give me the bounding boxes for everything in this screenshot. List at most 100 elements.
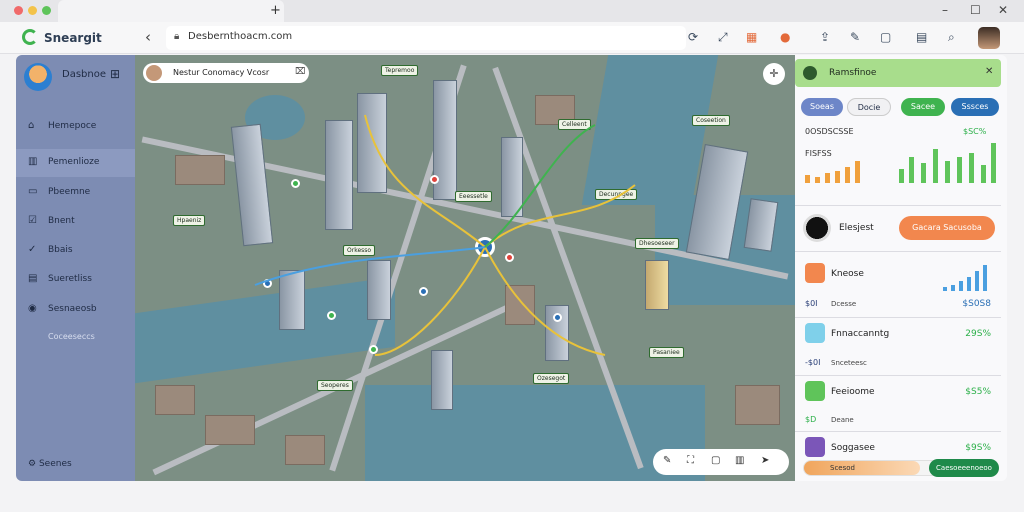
- print-icon[interactable]: ▤: [916, 30, 927, 44]
- search-icon[interactable]: ⌕: [948, 30, 955, 45]
- calendar-icon[interactable]: ▦: [746, 30, 757, 44]
- row-title: Fnnaccanntg: [831, 329, 890, 339]
- chart-bar: [805, 175, 810, 183]
- chart-bar: [969, 153, 974, 183]
- back-arrow-icon[interactable]: ‹: [145, 28, 151, 46]
- brand-name: Sneargit: [44, 31, 102, 45]
- sidebar-item-reports[interactable]: ☑ Bnent: [16, 208, 135, 236]
- expand-icon[interactable]: ⤢: [718, 30, 728, 45]
- mini-bar-chart: [943, 261, 993, 291]
- chart-bar: [845, 167, 850, 183]
- panel-header: Ramsfinoe ✕: [795, 59, 1001, 87]
- row-value: $9S%: [965, 443, 991, 453]
- new-tab-button[interactable]: +: [270, 3, 281, 18]
- share-icon[interactable]: ⇪: [820, 30, 830, 44]
- close-panel-icon[interactable]: ✕: [985, 66, 993, 77]
- notification-icon[interactable]: ●: [780, 30, 790, 44]
- sidebar-item-overview[interactable]: ▥ Pemenlioze: [16, 149, 135, 177]
- filter-chip[interactable]: Docie: [847, 98, 891, 116]
- location-icon: ◉: [28, 303, 37, 314]
- layers-icon[interactable]: ⛶: [687, 455, 694, 466]
- row-sub: $D: [805, 415, 817, 424]
- statistics-icon: ▤: [28, 273, 38, 284]
- city-map[interactable]: Tepremoo Celleent Coseetion Eeessetle De…: [135, 55, 795, 481]
- edit-icon[interactable]: ✎: [850, 30, 860, 44]
- chart-bar: [981, 165, 986, 183]
- chart-icon: ▥: [28, 156, 38, 167]
- route-line: [484, 246, 606, 356]
- browser-tab[interactable]: [58, 0, 284, 22]
- panel-title: Ramsfinoe: [829, 68, 877, 78]
- maximize-window-button[interactable]: [42, 6, 51, 15]
- map-search-text: Nestur Conomacy Vcosr: [173, 68, 270, 77]
- sidebar-item-label: Hemepoce: [48, 121, 97, 131]
- route-overlay: [254, 114, 636, 356]
- minimize-icon[interactable]: –: [942, 3, 948, 17]
- chart-bar: [983, 265, 987, 291]
- sidebar-item-label: Bnent: [48, 216, 75, 226]
- row-title: Kneose: [831, 269, 864, 279]
- user-action-button[interactable]: Gacara Sacusoba: [899, 216, 995, 240]
- sidebar-item-tasks[interactable]: ✓ Bbais: [16, 237, 135, 265]
- route-line: [364, 114, 486, 248]
- sidebar-item-projects[interactable]: ▭ Pbeemne: [16, 179, 135, 207]
- title-bar: + – ☐ ✕: [0, 0, 1024, 22]
- chart-bar: [957, 157, 962, 183]
- compass-icon[interactable]: ✛: [763, 63, 785, 85]
- user-avatar[interactable]: [978, 27, 1000, 49]
- panel-logo-icon: [803, 66, 817, 80]
- folder-icon: ▭: [28, 186, 38, 197]
- map-search-bar[interactable]: Nestur Conomacy Vcosr ⌧: [143, 63, 309, 83]
- row-sub-label: Snceteesc: [831, 359, 867, 367]
- browser-window: + – ☐ ✕ Sneargit ‹ 🔒︎ Desbernthoacm.com …: [0, 0, 1024, 512]
- restore-icon[interactable]: ☐: [970, 3, 981, 17]
- green-bar-chart: [899, 139, 997, 183]
- search-avatar: [146, 65, 162, 81]
- address-bar[interactable]: 🔒︎ Desbernthoacm.com: [166, 26, 686, 50]
- sidebar-sub-label: Coceeseccs: [48, 332, 95, 341]
- filter-chip[interactable]: Sacee: [901, 98, 945, 116]
- row-title: Feeioome: [831, 387, 875, 397]
- draw-icon[interactable]: ✎: [663, 455, 671, 466]
- chart-label: 0OSDSCSSE: [805, 127, 854, 136]
- chart-bar: [899, 169, 904, 183]
- sidebar-item-home[interactable]: ⌂ Hemepoce: [16, 113, 135, 141]
- settings-link[interactable]: ⚙ Seenes: [28, 459, 72, 469]
- user-avatar[interactable]: [803, 214, 831, 242]
- minimize-window-button[interactable]: [28, 6, 37, 15]
- chart-icon[interactable]: ▥: [735, 455, 744, 466]
- chart-bar: [943, 287, 947, 291]
- details-panel: Ramsfinoe ✕ Soeas Docie Sacee Sssces 0OS…: [795, 55, 1007, 481]
- sidebar-avatar[interactable]: [24, 63, 52, 91]
- sidebar-item-label: Sesnaeosb: [48, 304, 97, 314]
- clipboard-icon[interactable]: ▢: [711, 455, 720, 466]
- chart-bar: [945, 161, 950, 183]
- sidebar-item-locations[interactable]: ◉ Sesnaeosb: [16, 296, 135, 324]
- report-icon: ☑: [28, 215, 37, 226]
- sidebar-item-label: Pemenlioze: [48, 157, 100, 167]
- divider: [795, 251, 1001, 252]
- clear-search-icon[interactable]: ⌧: [295, 67, 305, 77]
- user-name: Elesjest: [839, 223, 874, 233]
- filter-chip[interactable]: Sssces: [951, 98, 999, 116]
- sidebar-item-statistics[interactable]: ▤ Sueretliss: [16, 266, 135, 294]
- chart-bar: [975, 271, 979, 291]
- chart-bar: [815, 177, 820, 183]
- row-sub: -$0I: [805, 358, 821, 367]
- filter-chip[interactable]: Soeas: [801, 98, 843, 116]
- row-icon: [805, 323, 825, 343]
- chart-bar: [825, 173, 830, 183]
- grid-icon[interactable]: ⊞: [110, 67, 120, 81]
- row-sub: $0I: [805, 299, 818, 308]
- primary-action-button[interactable]: Caesoeeenoeoo: [929, 459, 999, 477]
- refresh-icon[interactable]: ⟳: [688, 30, 698, 44]
- navigate-icon[interactable]: ➤: [761, 455, 769, 466]
- route-line: [484, 184, 636, 248]
- task-icon: ✓: [28, 244, 37, 255]
- brand-logo-icon: [22, 29, 38, 45]
- document-icon[interactable]: ▢: [880, 30, 891, 44]
- close-window-button[interactable]: [14, 6, 23, 15]
- chart-bar: [933, 149, 938, 183]
- chart-bar: [967, 277, 971, 291]
- close-icon[interactable]: ✕: [998, 3, 1008, 17]
